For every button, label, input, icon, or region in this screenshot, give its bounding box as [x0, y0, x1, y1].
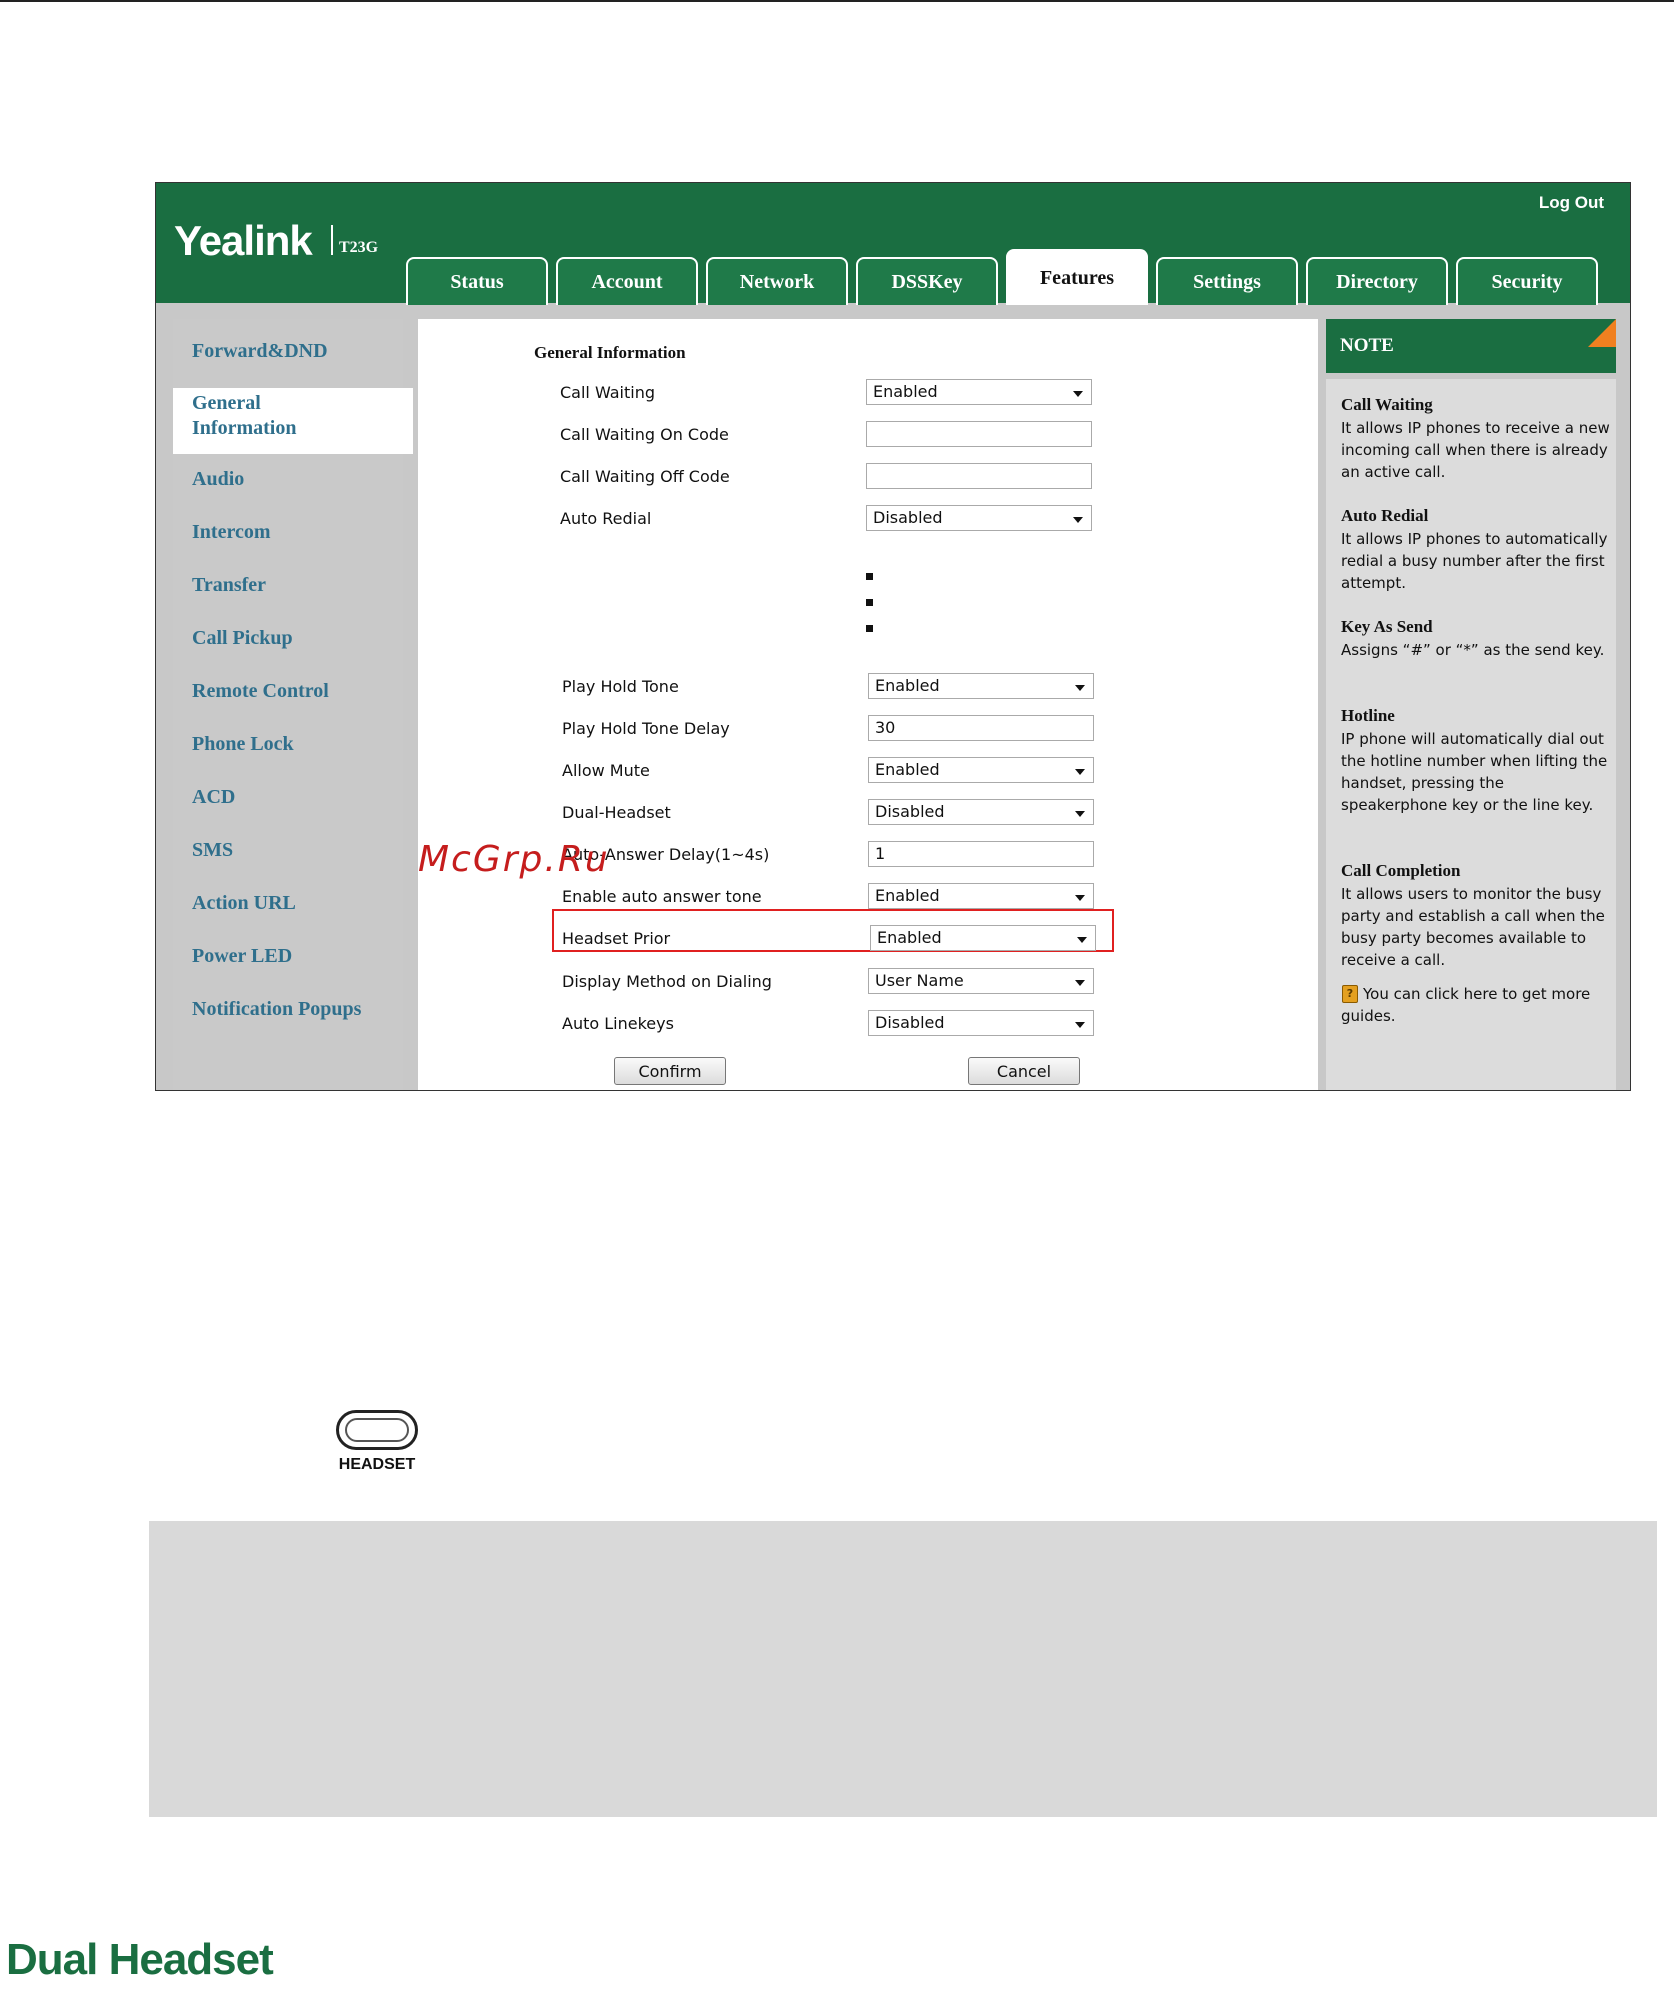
note-text-auto-redial: It allows IP phones to automatically red… [1341, 530, 1608, 592]
tab-status[interactable]: Status [406, 257, 548, 305]
display-method-value: User Name [875, 971, 964, 990]
display-method-select[interactable]: User Name [868, 968, 1094, 994]
dual-headset-value: Disabled [875, 802, 945, 821]
confirm-button[interactable]: Confirm [614, 1057, 726, 1085]
call-waiting-label: Call Waiting [560, 383, 656, 402]
chevron-down-icon [1075, 811, 1085, 817]
call-waiting-off-label: Call Waiting Off Code [560, 467, 730, 486]
auto-redial-value: Disabled [873, 508, 943, 527]
sidebar-item-acd[interactable]: ACD [156, 785, 396, 810]
sidebar-item-power-led[interactable]: Power LED [156, 944, 396, 969]
play-hold-tone-delay-input[interactable]: 30 [868, 715, 1094, 741]
sidebar-item-forward-dnd[interactable]: Forward&DND [156, 339, 396, 364]
note-text-hotline: IP phone will automatically dial out the… [1341, 730, 1608, 814]
main-tabs: Status Account Network DSSKey Features S… [406, 249, 1598, 305]
note-header: NOTE [1326, 319, 1616, 373]
note-title-call-completion: Call Completion [1341, 861, 1461, 880]
allow-mute-label: Allow Mute [562, 761, 650, 780]
auto-answer-delay-input[interactable]: 1 [868, 841, 1094, 867]
guide-link[interactable]: You can click here to get more guides. [1341, 983, 1611, 1027]
model-label: T23G [339, 239, 379, 256]
headset-prior-select[interactable]: Enabled [870, 925, 1096, 951]
sidebar-item-sms[interactable]: SMS [156, 838, 396, 863]
tab-settings[interactable]: Settings [1156, 257, 1298, 305]
play-hold-tone-delay-label: Play Hold Tone Delay [562, 719, 730, 738]
call-waiting-on-input[interactable] [866, 421, 1092, 447]
top-rule [0, 0, 1674, 2]
sidebar-item-intercom[interactable]: Intercom [156, 520, 396, 545]
note-title-call-waiting: Call Waiting [1341, 395, 1433, 414]
web-ui-screenshot: Yealink T23G Log Out Status Account Netw… [155, 182, 1631, 1091]
allow-mute-value: Enabled [875, 760, 940, 779]
chevron-down-icon [1075, 895, 1085, 901]
sidebar-item-notification-popups[interactable]: Notification Popups [156, 997, 396, 1022]
play-hold-tone-label: Play Hold Tone [562, 677, 679, 696]
note-title-hotline: Hotline [1341, 706, 1395, 725]
tab-security[interactable]: Security [1456, 257, 1598, 305]
dual-headset-label: Dual-Headset [562, 803, 671, 822]
auto-answer-tone-select[interactable]: Enabled [868, 883, 1094, 909]
chevron-down-icon [1075, 769, 1085, 775]
note-text-key-as-send: Assigns “#” or “*” as the send key. [1341, 641, 1605, 659]
cancel-button[interactable]: Cancel [968, 1057, 1080, 1085]
sidebar-item-call-pickup[interactable]: Call Pickup [156, 626, 396, 651]
auto-answer-tone-value: Enabled [875, 886, 940, 905]
tab-account[interactable]: Account [556, 257, 698, 305]
header-bar: Yealink T23G Log Out Status Account Netw… [156, 183, 1630, 305]
logo-divider [331, 225, 333, 255]
chevron-down-icon [1075, 1022, 1085, 1028]
brand-logo: Yealink [174, 217, 313, 264]
ellipsis-dot [866, 599, 873, 606]
note-box [149, 1521, 1657, 1817]
note-text-call-completion: It allows users to monitor the busy part… [1341, 885, 1605, 969]
sidebar-item-general-information[interactable]: General Information [156, 391, 336, 441]
sidebar-item-phone-lock[interactable]: Phone Lock [156, 732, 396, 757]
headset-prior-value: Enabled [877, 928, 942, 947]
tab-dsskey[interactable]: DSSKey [856, 257, 998, 305]
note-corner-fold [1588, 319, 1616, 347]
auto-linekeys-select[interactable]: Disabled [868, 1010, 1094, 1036]
play-hold-tone-select[interactable]: Enabled [868, 673, 1094, 699]
note-title-key-as-send: Key As Send [1341, 617, 1433, 636]
sidebar-item-transfer[interactable]: Transfer [156, 573, 396, 598]
dual-headset-select[interactable]: Disabled [868, 799, 1094, 825]
call-waiting-off-input[interactable] [866, 463, 1092, 489]
ellipsis-dot [866, 573, 873, 580]
tab-features[interactable]: Features [1006, 249, 1148, 305]
auto-linekeys-value: Disabled [875, 1013, 945, 1032]
sidebar-item-remote-control[interactable]: Remote Control [156, 679, 396, 704]
chevron-down-icon [1073, 391, 1083, 397]
call-waiting-select[interactable]: Enabled [866, 379, 1092, 405]
headset-prior-label: Headset Prior [562, 929, 671, 948]
auto-answer-tone-label: Enable auto answer tone [562, 887, 762, 906]
note-text-call-waiting: It allows IP phones to receive a new inc… [1341, 419, 1610, 481]
auto-redial-select[interactable]: Disabled [866, 505, 1092, 531]
ellipsis-dot [866, 625, 873, 632]
headset-key-label: HEADSET [338, 1456, 416, 1473]
chevron-down-icon [1077, 937, 1087, 943]
chevron-down-icon [1075, 685, 1085, 691]
logout-link[interactable]: Log Out [1539, 193, 1604, 213]
sidebar-item-action-url[interactable]: Action URL [156, 891, 396, 916]
section-title: Dual Headset [6, 1935, 274, 1984]
section-heading: General Information [534, 343, 686, 362]
settings-panel: General Information Call Waiting Enabled… [418, 319, 1318, 1090]
chevron-down-icon [1073, 517, 1083, 523]
tab-network[interactable]: Network [706, 257, 848, 305]
allow-mute-select[interactable]: Enabled [868, 757, 1094, 783]
headset-key-icon [336, 1410, 418, 1450]
sidebar-item-audio[interactable]: Audio [156, 467, 396, 492]
display-method-label: Display Method on Dialing [562, 972, 772, 991]
tab-directory[interactable]: Directory [1306, 257, 1448, 305]
note-panel: Call Waiting It allows IP phones to rece… [1326, 379, 1616, 1090]
note-title-auto-redial: Auto Redial [1341, 506, 1429, 525]
watermark: McGrp.Ru [418, 839, 610, 880]
auto-linekeys-label: Auto Linekeys [562, 1014, 674, 1033]
play-hold-tone-value: Enabled [875, 676, 940, 695]
auto-redial-label: Auto Redial [560, 509, 652, 528]
call-waiting-on-label: Call Waiting On Code [560, 425, 729, 444]
headset-key-inner [345, 1418, 409, 1442]
call-waiting-value: Enabled [873, 382, 938, 401]
chevron-down-icon [1075, 980, 1085, 986]
